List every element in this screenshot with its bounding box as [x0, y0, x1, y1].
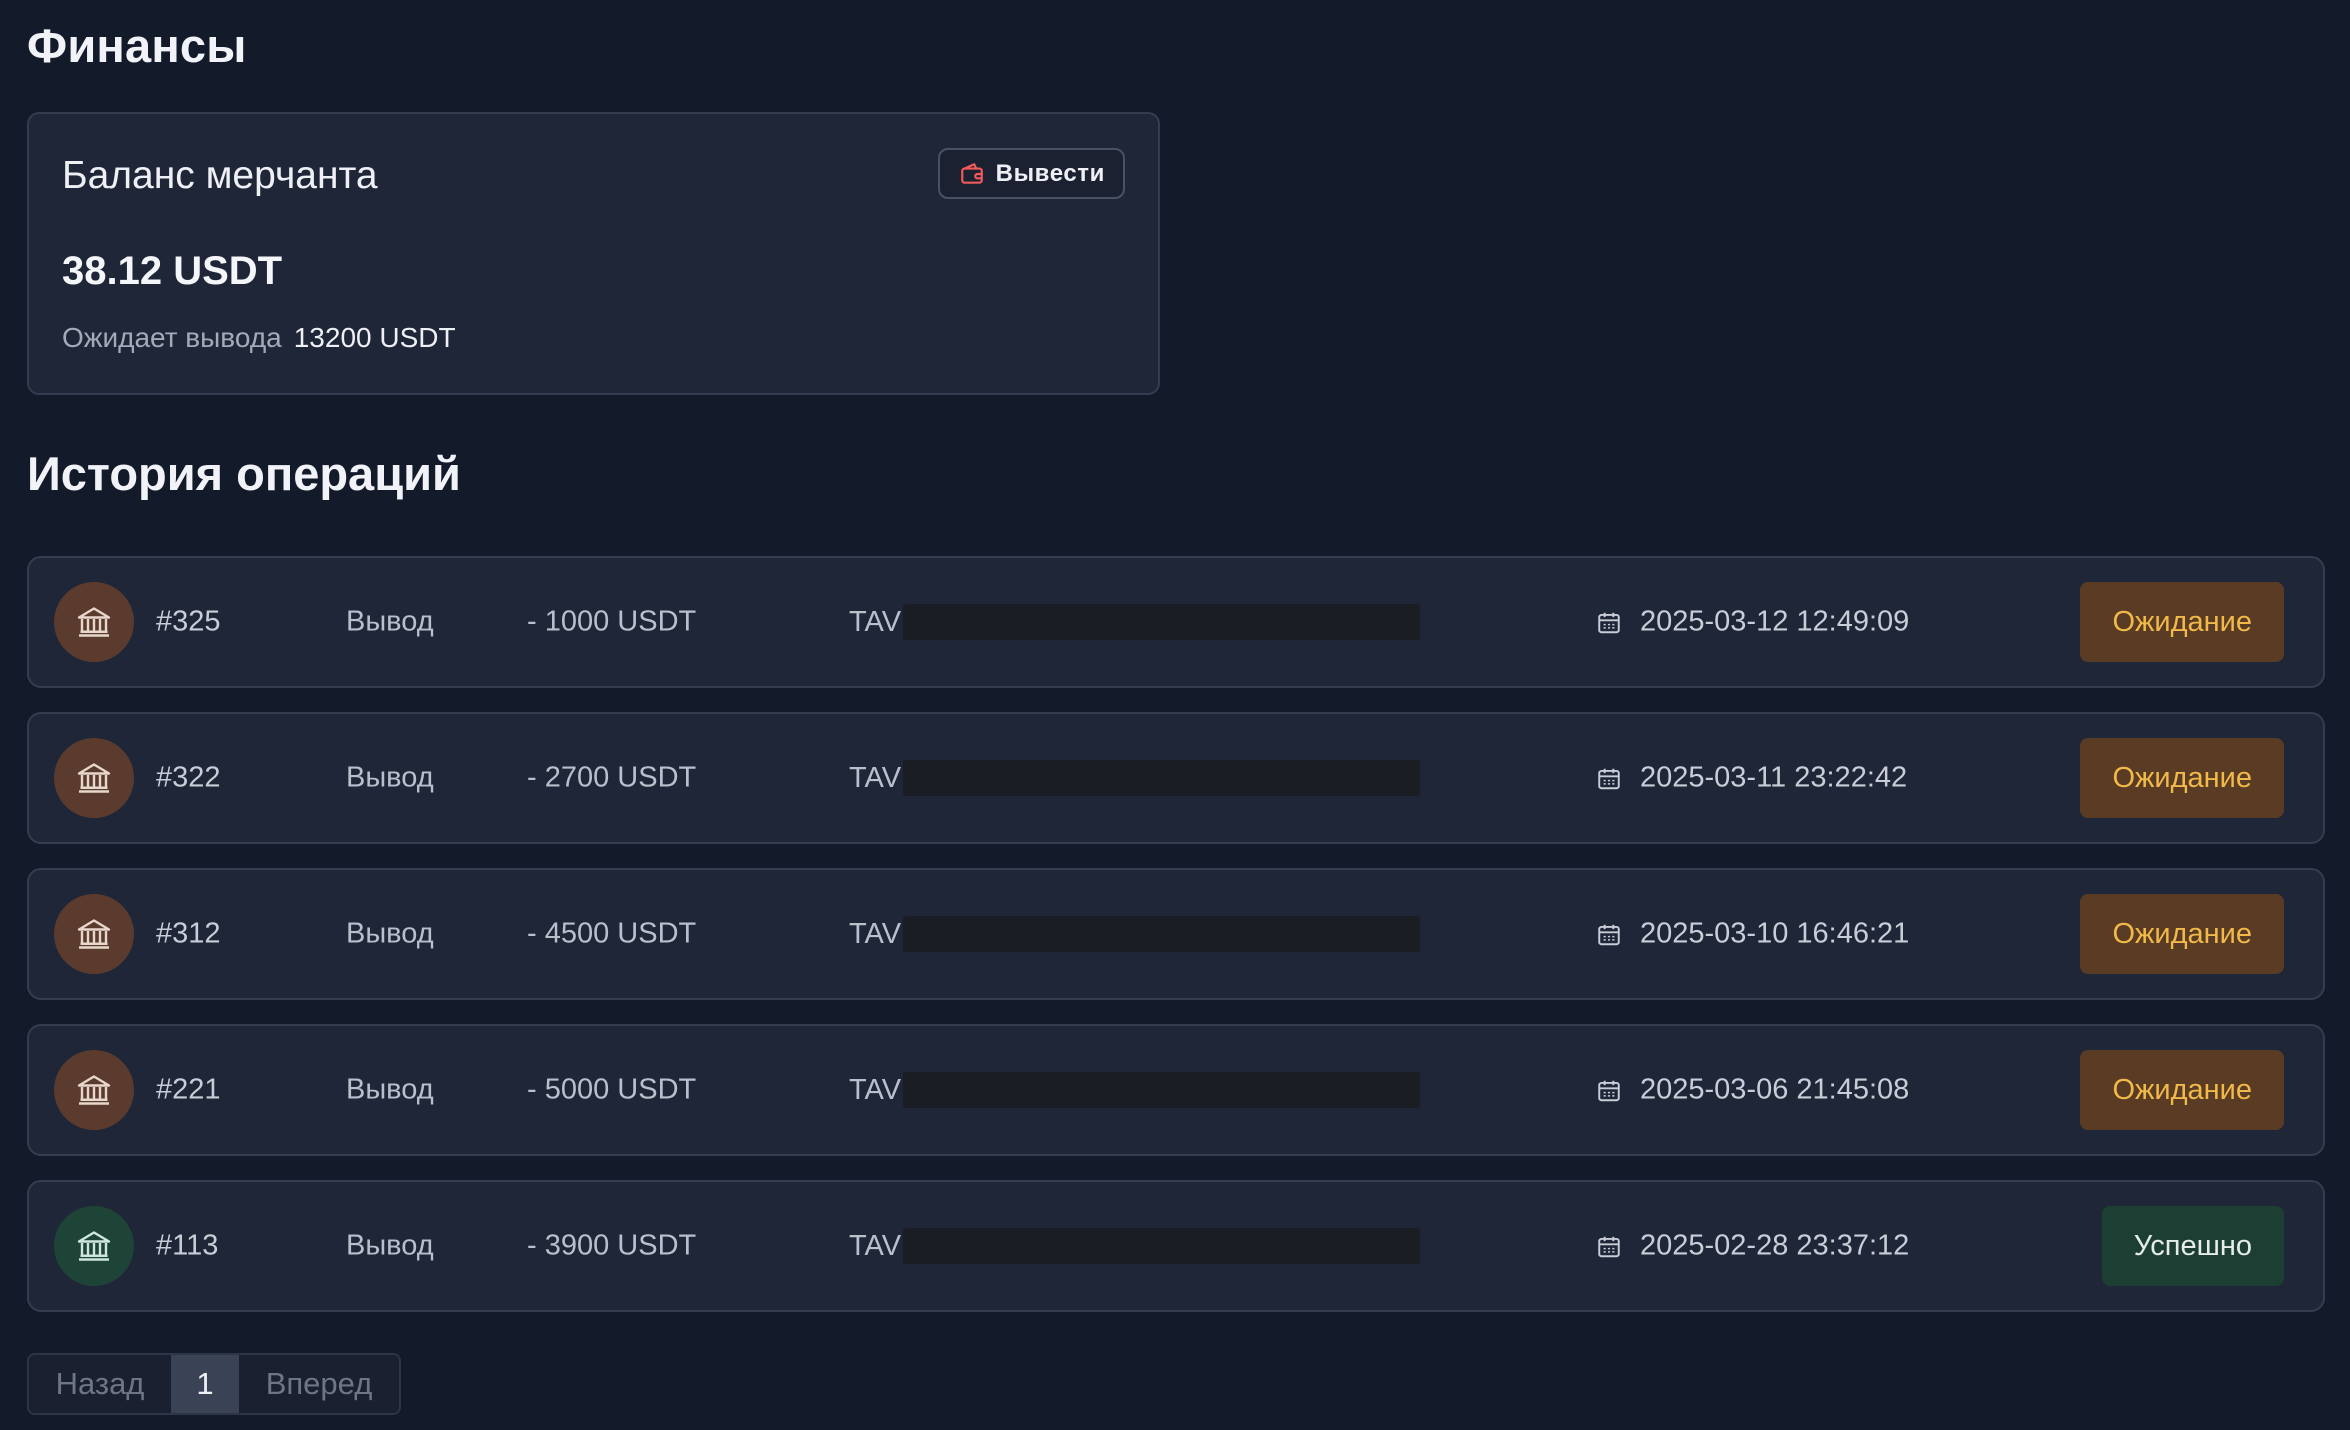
status-badge[interactable]: Ожидание	[2080, 582, 2284, 662]
operation-row: #325 Вывод - 1000 USDT TAV 2025-03-12 12…	[27, 556, 2325, 688]
operation-id: #325	[156, 605, 221, 638]
calendar-icon	[1596, 921, 1622, 947]
operation-amount: - 1000 USDT	[527, 605, 697, 638]
withdraw-button[interactable]: Вывести	[937, 148, 1125, 199]
operation-amount: - 5000 USDT	[527, 1073, 697, 1106]
bank-icon	[54, 1206, 134, 1286]
calendar-icon	[1596, 1077, 1622, 1103]
operation-date-text: 2025-03-11 23:22:42	[1640, 761, 1908, 794]
operation-date-text: 2025-02-28 23:37:12	[1640, 1229, 1910, 1262]
operation-date-text: 2025-03-06 21:45:08	[1640, 1073, 1910, 1106]
operations-list: #325 Вывод - 1000 USDT TAV 2025-03-12 12…	[27, 556, 2325, 1336]
operation-date: 2025-03-10 16:46:21	[1596, 918, 1909, 951]
address-redacted	[903, 1072, 1421, 1108]
pending-value: 13200 USDT	[293, 322, 456, 353]
operation-type: Вывод	[346, 605, 434, 638]
operation-address: TAV	[849, 1072, 1421, 1108]
operation-row: #113 Вывод - 3900 USDT TAV 2025-02-28 23…	[27, 1180, 2325, 1312]
balance-amount: 38.12 USDT	[62, 249, 283, 293]
address-redacted	[903, 1228, 1421, 1264]
pagination-page-button[interactable]: 1	[171, 1355, 239, 1413]
bank-icon	[54, 1050, 134, 1130]
bank-icon	[54, 894, 134, 974]
status-badge[interactable]: Ожидание	[2080, 894, 2284, 974]
status-badge[interactable]: Ожидание	[2080, 1050, 2284, 1130]
calendar-icon	[1596, 1233, 1622, 1259]
operation-id: #322	[156, 761, 221, 794]
operation-date-text: 2025-03-10 16:46:21	[1640, 917, 1910, 950]
address-redacted	[903, 604, 1421, 640]
address-redacted	[903, 916, 1421, 952]
operation-row: #221 Вывод - 5000 USDT TAV 2025-03-06 21…	[27, 1024, 2325, 1156]
page-title: Финансы	[27, 19, 247, 72]
pagination-next-button[interactable]: Вперед	[239, 1355, 399, 1413]
operation-address: TAV	[849, 916, 1421, 952]
address-redacted	[903, 760, 1421, 796]
wallet-icon	[958, 160, 986, 188]
operation-id: #312	[156, 917, 221, 950]
operation-type: Вывод	[346, 761, 434, 794]
address-prefix: TAV	[849, 605, 902, 638]
history-title: История операций	[27, 447, 461, 500]
operation-amount: - 3900 USDT	[527, 1229, 697, 1262]
operation-id: #221	[156, 1073, 221, 1106]
address-prefix: TAV	[849, 761, 902, 794]
operation-date: 2025-03-12 12:49:09	[1596, 606, 1909, 639]
operation-type: Вывод	[346, 1229, 434, 1262]
pending-withdrawal: Ожидает вывода 13200 USDT	[62, 322, 456, 354]
operation-address: TAV	[849, 1228, 1421, 1264]
address-prefix: TAV	[849, 1073, 902, 1106]
operation-date: 2025-03-06 21:45:08	[1596, 1074, 1909, 1107]
operation-row: #322 Вывод - 2700 USDT TAV 2025-03-11 23…	[27, 712, 2325, 844]
operation-row: #312 Вывод - 4500 USDT TAV 2025-03-10 16…	[27, 868, 2325, 1000]
status-badge[interactable]: Ожидание	[2080, 738, 2284, 818]
pending-label: Ожидает вывода	[62, 322, 282, 353]
operation-type: Вывод	[346, 917, 434, 950]
operation-date: 2025-03-11 23:22:42	[1596, 762, 1907, 795]
operation-type: Вывод	[346, 1073, 434, 1106]
calendar-icon	[1596, 765, 1622, 791]
pagination: Назад 1 Вперед	[27, 1353, 401, 1415]
withdraw-button-label: Вывести	[995, 159, 1105, 187]
operation-date: 2025-02-28 23:37:12	[1596, 1230, 1909, 1263]
merchant-balance-card: Баланс мерчанта Вывести 38.12 USDT Ожида…	[27, 112, 1160, 395]
operation-address: TAV	[849, 760, 1421, 796]
operation-id: #113	[156, 1229, 219, 1262]
status-badge[interactable]: Успешно	[2101, 1206, 2284, 1286]
operation-date-text: 2025-03-12 12:49:09	[1640, 605, 1910, 638]
operation-address: TAV	[849, 604, 1421, 640]
finance-page: Финансы Баланс мерчанта Вывести 38.12 US…	[0, 0, 2350, 1430]
calendar-icon	[1596, 609, 1622, 635]
operation-amount: - 4500 USDT	[527, 917, 697, 950]
bank-icon	[54, 582, 134, 662]
address-prefix: TAV	[849, 917, 902, 950]
address-prefix: TAV	[849, 1229, 902, 1262]
balance-card-title: Баланс мерчанта	[62, 154, 378, 197]
pagination-prev-button[interactable]: Назад	[29, 1355, 171, 1413]
operation-amount: - 2700 USDT	[527, 761, 697, 794]
bank-icon	[54, 738, 134, 818]
